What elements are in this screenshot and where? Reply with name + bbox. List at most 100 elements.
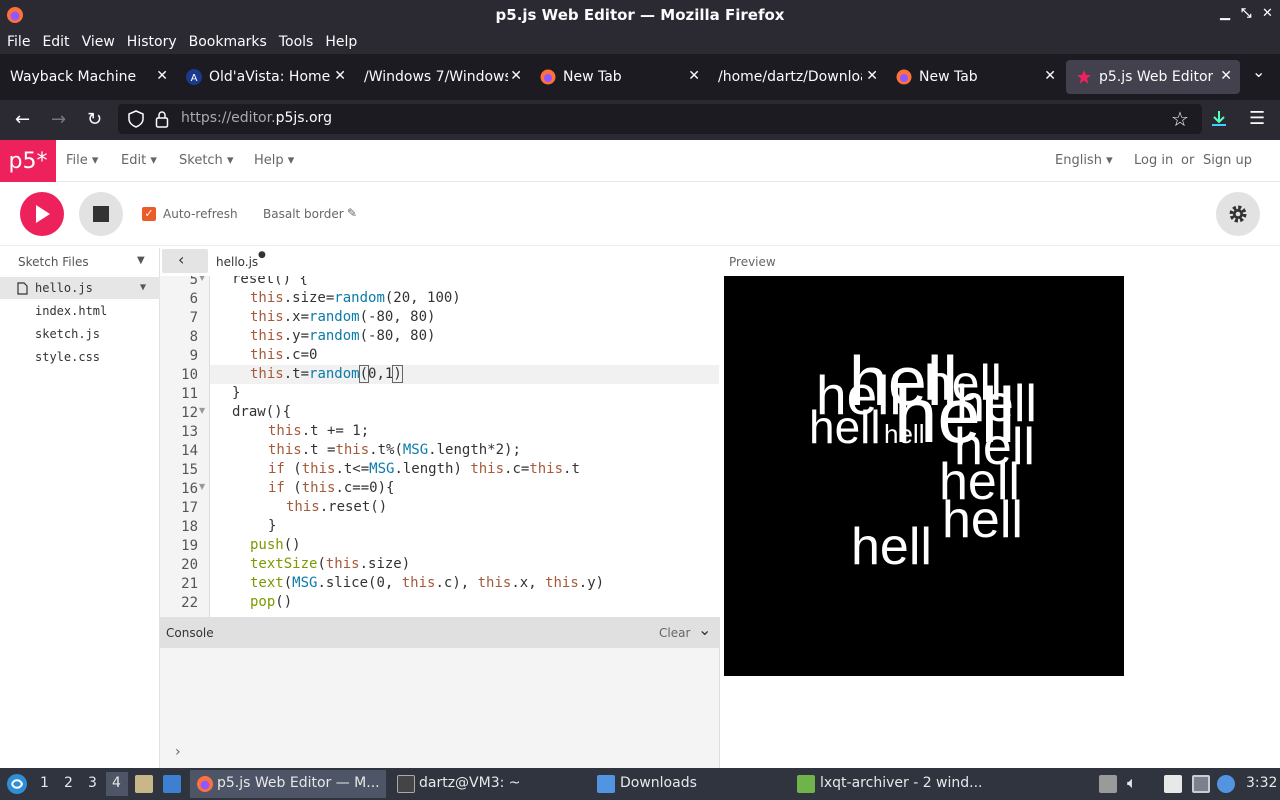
or-text: or	[1181, 153, 1195, 168]
tray-monitor-icon[interactable]	[1192, 775, 1210, 793]
tray-update-icon[interactable]	[1217, 775, 1235, 793]
sketch-canvas[interactable]: hell hell hell hell hell hell hell hell hell hell…	[724, 276, 1124, 676]
taskbar-item-downloads[interactable]: Downloads	[592, 770, 788, 798]
minimize-icon[interactable]: ▁	[1220, 6, 1230, 21]
reload-icon[interactable]: ↻	[87, 109, 102, 130]
tab-newtab-1[interactable]: New Tab ✕	[530, 60, 708, 94]
taskbar-item-archiver[interactable]: lxqt-archiver - 2 wind...	[792, 770, 988, 798]
sketch-name[interactable]: Basalt border	[263, 207, 344, 221]
fold-arrow-icon[interactable]: ▼	[199, 482, 205, 491]
close-tab-icon[interactable]: ✕	[334, 68, 346, 84]
preview-label: Preview	[729, 255, 776, 269]
file-style-css[interactable]: style.css	[0, 346, 160, 368]
p5-menu-sketch[interactable]: Sketch ▾	[179, 153, 233, 168]
close-tab-icon[interactable]: ✕	[510, 68, 522, 84]
tab-list-chevron-icon[interactable]: ⌄	[1252, 62, 1265, 81]
workspace-1[interactable]: 1	[40, 775, 49, 791]
file-manager-launcher-icon[interactable]	[135, 775, 153, 793]
menu-file[interactable]: File	[0, 34, 36, 50]
workspace-3[interactable]: 3	[88, 775, 97, 791]
line-number: 22	[181, 595, 198, 611]
sketch-files-sidebar: Sketch Files ▼ hello.js ▼ index.html ske…	[0, 248, 160, 768]
sidebar-dropdown-icon[interactable]: ▼	[137, 255, 145, 266]
file-sketch-js[interactable]: sketch.js	[0, 323, 160, 345]
pencil-icon[interactable]: ✎	[347, 206, 357, 220]
back-arrow-icon[interactable]: ←	[15, 109, 30, 130]
firefox-icon	[197, 776, 213, 792]
forward-arrow-icon[interactable]: →	[51, 109, 66, 130]
tray-clipboard-icon[interactable]	[1099, 775, 1117, 793]
console-clear-button[interactable]: Clear	[659, 626, 690, 640]
bookmark-star-icon[interactable]: ☆	[1171, 107, 1189, 131]
tab-p5-editor[interactable]: p5.js Web Editor ✕	[1066, 60, 1240, 94]
lock-icon[interactable]	[155, 110, 169, 128]
start-menu-icon[interactable]	[6, 773, 28, 795]
play-button[interactable]	[20, 192, 64, 236]
file-index-html[interactable]: index.html	[0, 300, 160, 322]
close-tab-icon[interactable]: ✕	[688, 68, 700, 84]
close-tab-icon[interactable]: ✕	[1220, 68, 1232, 84]
tab-wayback[interactable]: Wayback Machine ✕	[0, 60, 176, 94]
taskbar-item-terminal[interactable]: dartz@VM3: ~	[392, 770, 588, 798]
settings-button[interactable]	[1216, 192, 1260, 236]
language-select[interactable]: English ▾	[1055, 153, 1113, 168]
url-text[interactable]: https://editor.p5js.org	[181, 110, 332, 126]
menu-tools[interactable]: Tools	[273, 34, 320, 50]
menu-edit[interactable]: Edit	[36, 34, 75, 50]
hamburger-menu-icon[interactable]: ☰	[1249, 108, 1265, 129]
language-label: English	[1055, 153, 1102, 168]
close-window-icon[interactable]: ✕	[1262, 6, 1273, 21]
line-number: 20	[181, 557, 198, 573]
tab-oldavista[interactable]: A Old'aVista: Home ✕	[176, 60, 354, 94]
tray-notes-icon[interactable]	[1164, 775, 1182, 793]
menu-view[interactable]: View	[76, 34, 121, 50]
tab-label: Old'aVista: Home	[209, 69, 331, 85]
stop-button[interactable]	[79, 192, 123, 236]
fold-arrow-icon[interactable]: ▼	[199, 276, 205, 282]
p5-menu-help[interactable]: Help ▾	[254, 153, 294, 168]
code-line: draw(){	[232, 404, 292, 420]
play-icon	[36, 205, 50, 223]
code-editor[interactable]: reset() {this.size=random(20, 100) this.x…	[210, 276, 719, 617]
tab-windows7[interactable]: /Windows 7/Windows ✕	[354, 60, 530, 94]
p5-menu-file[interactable]: File ▾	[66, 153, 98, 168]
shield-icon[interactable]	[128, 110, 144, 128]
file-options-icon[interactable]: ▼	[140, 277, 146, 299]
tab-newtab-2[interactable]: New Tab ✕	[886, 60, 1064, 94]
workspace-2[interactable]: 2	[64, 775, 73, 791]
line-number: 12	[181, 405, 198, 421]
p5-logo[interactable]: p5*	[0, 140, 56, 182]
signup-link[interactable]: Sign up	[1203, 153, 1252, 168]
editor-file-tab[interactable]: hello.js	[216, 255, 258, 269]
p5-menu-edit[interactable]: Edit ▾	[121, 153, 157, 168]
chevron-down-icon[interactable]: ⌄	[698, 620, 711, 639]
code-line: pop()	[250, 594, 293, 610]
close-tab-icon[interactable]: ✕	[1044, 68, 1056, 84]
volume-icon[interactable]: 🔈︎	[1127, 773, 1137, 793]
download-icon[interactable]	[1210, 109, 1228, 129]
taskbar-item-label: lxqt-archiver - 2 wind...	[820, 775, 983, 791]
menu-bookmarks[interactable]: Bookmarks	[183, 34, 273, 50]
workspace-4[interactable]: 4	[106, 772, 128, 796]
desktop-launcher-icon[interactable]	[163, 775, 181, 793]
file-hello-js[interactable]: hello.js ▼	[0, 277, 160, 299]
restore-icon[interactable]: ⤡	[1241, 6, 1251, 21]
login-link[interactable]: Log in	[1134, 153, 1173, 168]
console-prompt[interactable]: ›	[175, 744, 181, 760]
close-tab-icon[interactable]: ✕	[156, 68, 168, 84]
fold-arrow-icon[interactable]: ▼	[199, 406, 205, 415]
line-number: 13	[181, 424, 198, 440]
tab-downloads-path[interactable]: /home/dartz/Downloa ✕	[708, 60, 886, 94]
menu-history[interactable]: History	[121, 34, 183, 50]
file-icon	[17, 282, 28, 295]
line-number: 11	[181, 386, 198, 402]
code-line: this.x=random(-80, 80)	[250, 309, 436, 325]
close-tab-icon[interactable]: ✕	[866, 68, 878, 84]
p5-logo-text: p5*	[8, 148, 48, 174]
auto-refresh-checkbox[interactable]: ✓	[142, 207, 156, 221]
menu-help[interactable]: Help	[319, 34, 363, 50]
taskbar-item-firefox[interactable]: p5.js Web Editor — M...	[190, 770, 386, 798]
taskbar-item-label: dartz@VM3: ~	[419, 775, 521, 791]
collapse-sidebar-button[interactable]: ‹	[162, 249, 208, 273]
unsaved-dot-icon: ●	[258, 250, 266, 260]
